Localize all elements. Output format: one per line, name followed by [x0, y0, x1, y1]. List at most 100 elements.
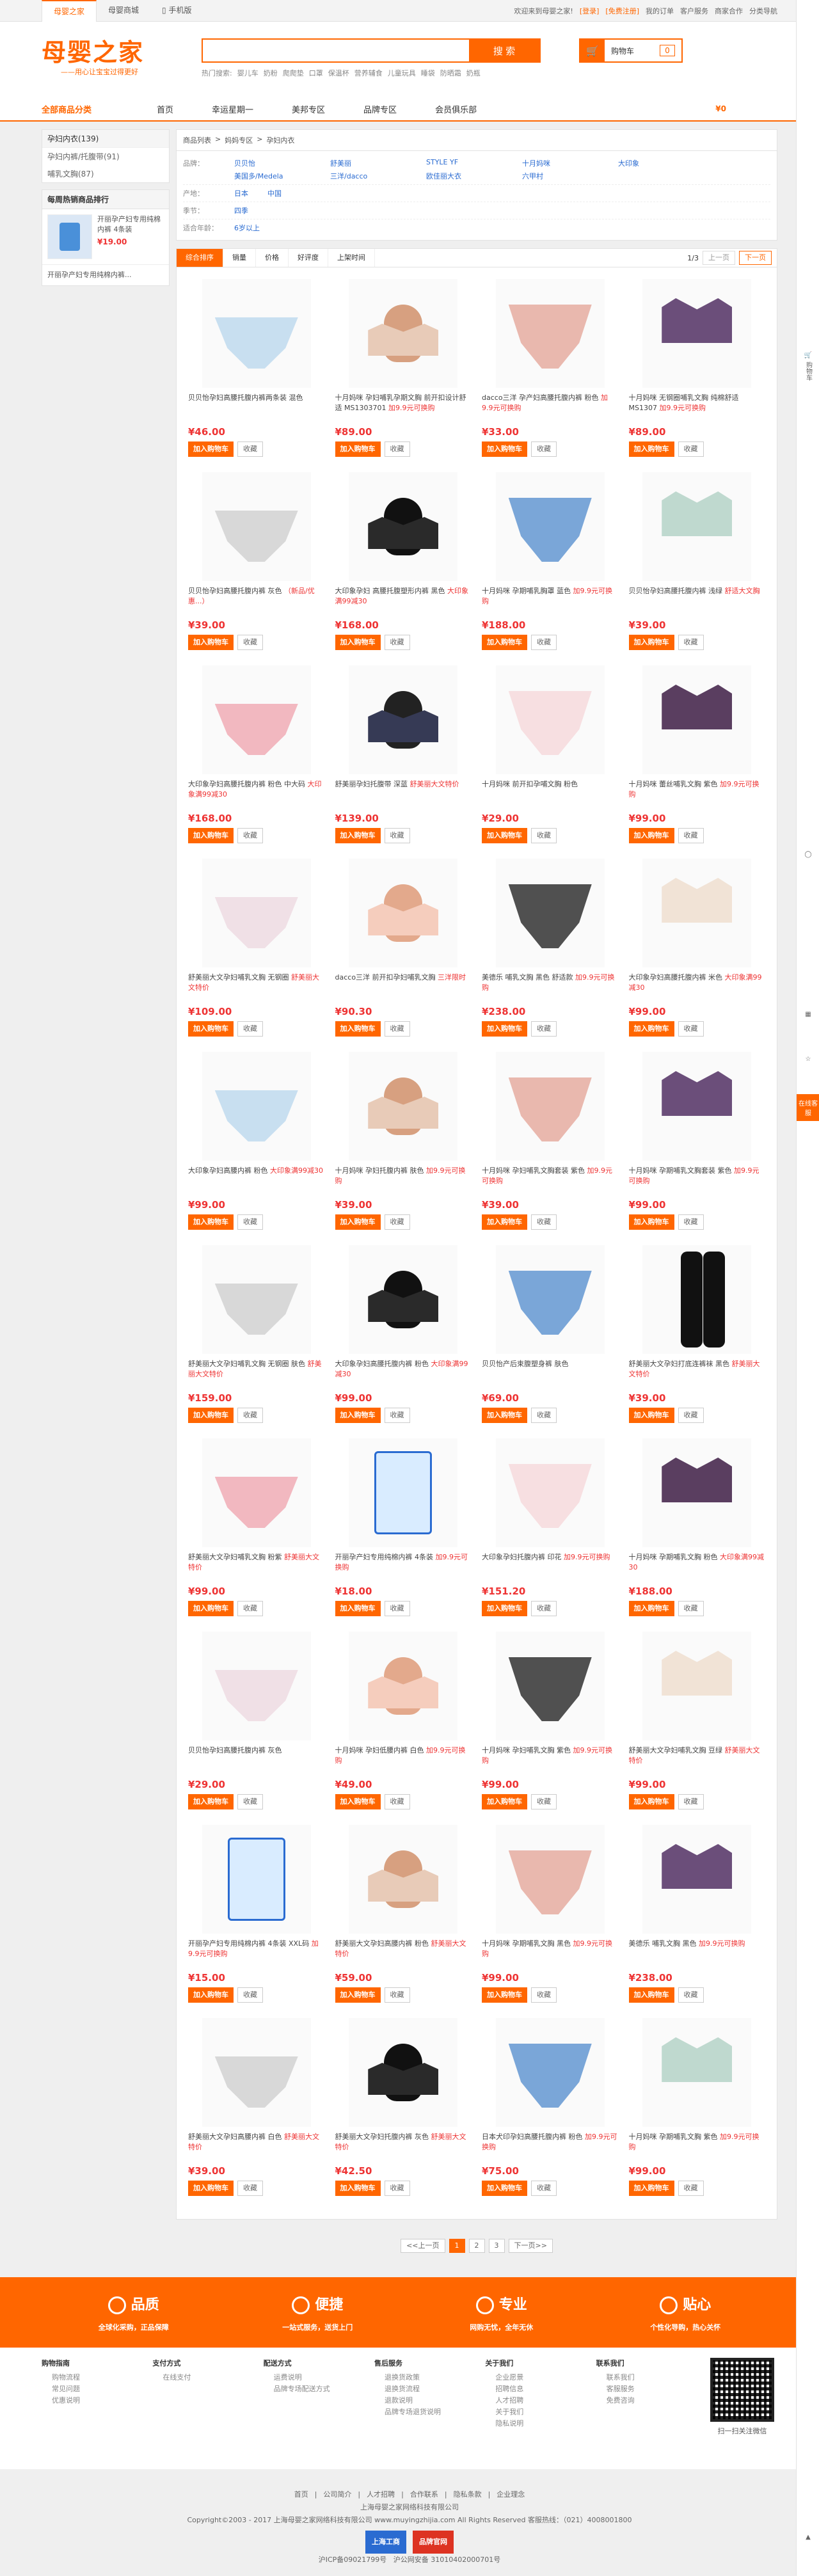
- product-name[interactable]: 十月妈咪 孕妇低腰内裤 白色 加9.9元可换购: [335, 1745, 472, 1776]
- tab-mall[interactable]: 母婴商城: [97, 0, 150, 22]
- product-name[interactable]: 贝贝怡产后束腹塑身裤 肤色: [482, 1359, 619, 1390]
- help-link[interactable]: 隐私说明: [485, 2418, 596, 2429]
- product-image[interactable]: [202, 279, 311, 388]
- product-card[interactable]: 十月妈咪 前开扣孕哺文胸 粉色 ¥29.00 加入购物车 收藏: [477, 660, 624, 854]
- add-to-cart-button[interactable]: 加入购物车: [188, 1408, 234, 1423]
- favorite-button[interactable]: 收藏: [384, 828, 410, 843]
- product-name[interactable]: 大印象孕妇高腰托腹内裤 粉色 中大码 大印象满99减30: [188, 779, 325, 810]
- product-image[interactable]: [642, 1825, 752, 1934]
- favorite-button[interactable]: 收藏: [678, 441, 704, 457]
- product-title[interactable]: 舒美丽大文孕妇哺乳文胸 无钢圈 肤色: [188, 1360, 305, 1368]
- product-image[interactable]: [349, 472, 458, 581]
- product-image[interactable]: [202, 472, 311, 581]
- favorite-button[interactable]: 收藏: [237, 1794, 263, 1809]
- product-card[interactable]: 贝贝怡孕妇高腰托腹内裤 灰色 （新品/优惠...） ¥39.00 加入购物车 收藏: [183, 467, 330, 660]
- product-title[interactable]: 开丽孕产妇专用纯棉内裤 4条装: [335, 1553, 434, 1561]
- product-name[interactable]: 舒美丽孕妇托腹带 深蓝 舒美丽大文特价: [335, 779, 472, 810]
- favorite-button[interactable]: 收藏: [678, 828, 704, 843]
- product-image[interactable]: [349, 1438, 458, 1547]
- sort-rating[interactable]: 好评度: [289, 249, 328, 267]
- add-to-cart-button[interactable]: 加入购物车: [482, 1214, 527, 1230]
- favorite-button[interactable]: 收藏: [384, 441, 410, 457]
- product-title[interactable]: 十月妈咪 孕期哺乳文胸 粉色: [629, 1553, 718, 1561]
- product-image[interactable]: [202, 2018, 311, 2127]
- user-icon[interactable]: ◯: [797, 851, 819, 858]
- product-card[interactable]: 贝贝怡孕妇高腰托腹内裤 灰色 ¥29.00 加入购物车 收藏: [183, 1626, 330, 1820]
- product-name[interactable]: 贝贝怡孕妇高腰托腹内裤 浅绿 舒适大文胸: [629, 586, 766, 617]
- add-to-cart-button[interactable]: 加入购物车: [628, 1214, 674, 1230]
- favorite-button[interactable]: 收藏: [531, 635, 557, 650]
- product-image[interactable]: [642, 1632, 752, 1740]
- product-name[interactable]: 舒美丽大文孕妇托腹内裤 灰色 舒美丽大文特价: [335, 2132, 472, 2163]
- next-page-button[interactable]: 下一页: [739, 251, 772, 265]
- add-to-cart-button[interactable]: 加入购物车: [628, 828, 674, 843]
- rank-item[interactable]: 开丽孕产妇专用纯棉内裤...: [42, 265, 169, 285]
- help-link[interactable]: 优惠说明: [42, 2395, 152, 2406]
- product-title[interactable]: 舒美丽孕妇托腹带 深蓝: [335, 780, 408, 788]
- add-to-cart-button[interactable]: 加入购物车: [335, 1021, 381, 1037]
- help-link[interactable]: 退换货政策: [374, 2372, 485, 2383]
- product-image[interactable]: [642, 1438, 752, 1547]
- product-image[interactable]: [495, 665, 605, 774]
- product-image[interactable]: [202, 1052, 311, 1161]
- product-card[interactable]: 舒美丽大文孕妇哺乳文胸 豆绿 舒美丽大文特价 ¥99.00 加入购物车 收藏: [624, 1626, 771, 1820]
- product-title[interactable]: 大印象孕妇高腰托腹内裤 粉色: [335, 1360, 429, 1368]
- cart-button[interactable]: 🛒 购物车 0: [579, 38, 683, 63]
- add-to-cart-button[interactable]: 加入购物车: [628, 2181, 674, 2196]
- product-name[interactable]: 十月妈咪 孕期哺乳胸罩 蓝色 加9.9元可换购: [482, 586, 619, 617]
- product-image[interactable]: [349, 1632, 458, 1740]
- favorite-button[interactable]: 收藏: [531, 1408, 557, 1423]
- product-image[interactable]: [495, 859, 605, 967]
- partner-link[interactable]: 商家合作: [715, 6, 743, 16]
- product-name[interactable]: 大印象孕妇高腰托腹内裤 粉色 大印象满99减30: [335, 1359, 472, 1390]
- product-name[interactable]: 舒美丽大文孕妇高腰内裤 白色 舒美丽大文特价: [188, 2132, 325, 2163]
- product-title[interactable]: 十月妈咪 孕期哺乳胸罩 蓝色: [482, 587, 571, 595]
- favorite-button[interactable]: 收藏: [678, 2181, 704, 2196]
- favorite-button[interactable]: 收藏: [384, 635, 410, 650]
- filter-option[interactable]: 大印象: [618, 158, 695, 168]
- product-image[interactable]: [349, 1052, 458, 1161]
- product-card[interactable]: 十月妈咪 无钢圈哺乳文胸 纯棉舒适 MS1307 加9.9元可换购 ¥89.00…: [624, 274, 771, 467]
- category-nav-link[interactable]: 分类导航: [749, 6, 777, 16]
- product-image[interactable]: [642, 1245, 752, 1354]
- help-link[interactable]: 购物流程: [42, 2372, 152, 2383]
- badge-official[interactable]: 品牌官网: [413, 2531, 454, 2554]
- product-image[interactable]: [349, 2018, 458, 2127]
- hot-link[interactable]: 奶瓶: [466, 68, 481, 78]
- add-to-cart-button[interactable]: 加入购物车: [335, 1601, 381, 1616]
- help-link[interactable]: 品牌专场配送方式: [264, 2383, 374, 2395]
- product-card[interactable]: 十月妈咪 孕期哺乳文胸套装 紫色 加9.9元可换购 ¥99.00 加入购物车 收藏: [624, 1047, 771, 1240]
- hot-link[interactable]: 儿童玩具: [388, 68, 416, 78]
- search-button[interactable]: 搜 索: [469, 40, 539, 61]
- product-image[interactable]: [642, 279, 752, 388]
- favorite-button[interactable]: 收藏: [531, 828, 557, 843]
- add-to-cart-button[interactable]: 加入购物车: [628, 1408, 674, 1423]
- favorite-button[interactable]: 收藏: [678, 1021, 704, 1037]
- add-to-cart-button[interactable]: 加入购物车: [188, 828, 234, 843]
- filter-option[interactable]: 贝贝怡: [234, 158, 311, 168]
- product-card[interactable]: 十月妈咪 孕妇哺乳文胸套装 紫色 加9.9元可换购 ¥39.00 加入购物车 收藏: [477, 1047, 624, 1240]
- add-to-cart-button[interactable]: 加入购物车: [188, 1987, 234, 2003]
- favorite-button[interactable]: 收藏: [384, 2181, 410, 2196]
- product-image[interactable]: [495, 2018, 605, 2127]
- product-image[interactable]: [202, 1632, 311, 1740]
- product-image[interactable]: [495, 1825, 605, 1934]
- product-name[interactable]: dacco三洋 孕产妇高腰托腹内裤 粉色 加9.9元可换购: [482, 393, 619, 424]
- product-card[interactable]: 十月妈咪 孕妇哺乳文胸 紫色 加9.9元可换购 ¥99.00 加入购物车 收藏: [477, 1626, 624, 1820]
- favorite-button[interactable]: 收藏: [678, 635, 704, 650]
- footer-link[interactable]: 公司简介: [323, 2488, 351, 2501]
- product-card[interactable]: 舒美丽大文孕妇哺乳文胸 无钢圈 舒美丽大文特价 ¥109.00 加入购物车 收藏: [183, 854, 330, 1047]
- product-name[interactable]: 舒美丽大文孕妇高腰内裤 粉色 舒美丽大文特价: [335, 1939, 472, 1969]
- add-to-cart-button[interactable]: 加入购物车: [482, 2181, 527, 2196]
- product-title[interactable]: 十月妈咪 孕妇低腰内裤 白色: [335, 1746, 424, 1754]
- pager-page[interactable]: 2: [468, 2239, 485, 2253]
- badge-icp[interactable]: 上海工商: [365, 2531, 406, 2554]
- product-title[interactable]: dacco三洋 前开扣孕妇哺乳文胸: [335, 973, 436, 982]
- product-title[interactable]: 大印象孕妇高腰托腹内裤 米色: [629, 973, 723, 982]
- add-to-cart-button[interactable]: 加入购物车: [188, 1794, 234, 1809]
- filter-option[interactable]: 十月妈咪: [522, 158, 599, 168]
- product-card[interactable]: 十月妈咪 孕期哺乳文胸 黑色 加9.9元可换购 ¥99.00 加入购物车 收藏: [477, 1820, 624, 2013]
- favorite-button[interactable]: 收藏: [531, 1601, 557, 1616]
- product-name[interactable]: 舒美丽大文孕妇哺乳文胸 豆绿 舒美丽大文特价: [629, 1745, 766, 1776]
- product-card[interactable]: 十月妈咪 孕妇低腰内裤 白色 加9.9元可换购 ¥49.00 加入购物车 收藏: [330, 1626, 477, 1820]
